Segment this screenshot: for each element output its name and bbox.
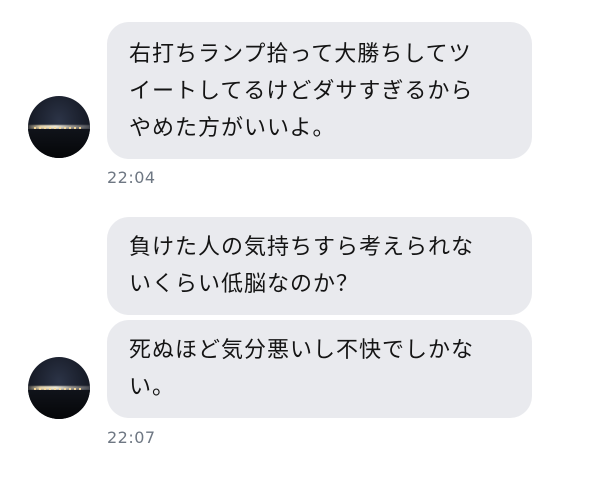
message-bubble[interactable]: 死ぬほど気分悪いし不快でしかな い。 xyxy=(107,320,532,418)
message-line: やめた方がいいよ。 xyxy=(129,116,336,141)
message-line: イートしてるけどダサすぎるから xyxy=(129,79,474,104)
avatar[interactable] xyxy=(28,96,90,158)
message-line: い。 xyxy=(129,375,176,400)
message-bubble[interactable]: 右打ちランプ拾って大勝ちしてツ イートしてるけどダサすぎるから やめた方がいいよ… xyxy=(107,22,532,159)
avatar[interactable] xyxy=(28,357,90,419)
message-line: いくらい低脳なのか？ xyxy=(129,272,360,297)
message-line: 死ぬほど気分悪いし不快でしかな xyxy=(129,338,475,363)
message-line: 負けた人の気持ちすら考えられな xyxy=(129,235,475,260)
message-line: 右打ちランプ拾って大勝ちしてツ xyxy=(129,42,472,67)
message-timestamp: 22:04 xyxy=(107,168,156,187)
message-bubble[interactable]: 負けた人の気持ちすら考えられな いくらい低脳なのか？ xyxy=(107,217,532,315)
message-timestamp: 22:07 xyxy=(107,428,156,447)
